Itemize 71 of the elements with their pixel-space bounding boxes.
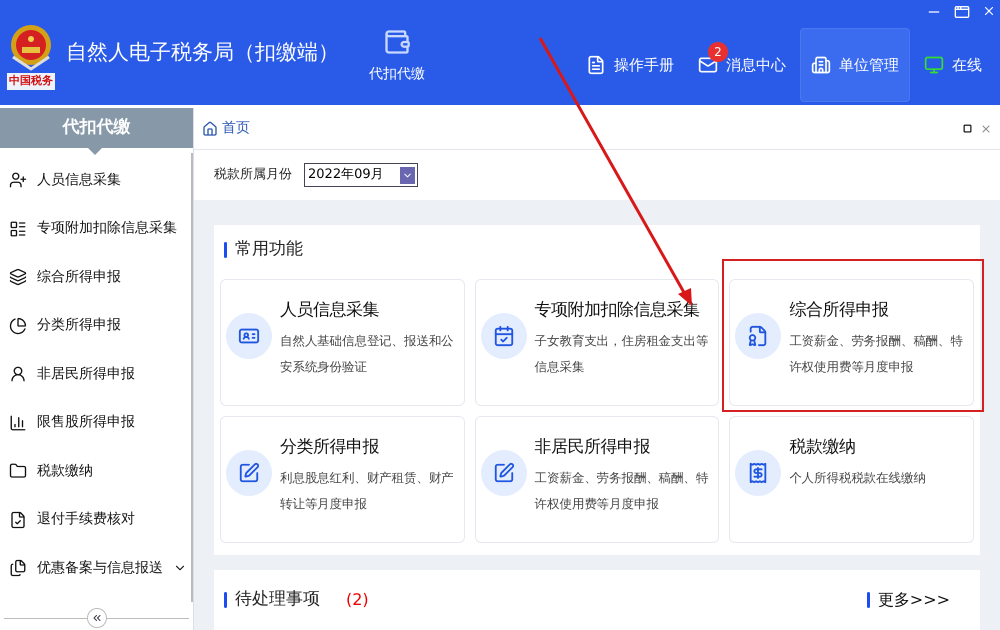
function-card[interactable]: 人员信息采集 自然人基础信息登记、报送和公安系统身份验证 [220,279,465,406]
month-dropdown[interactable]: 2022年09月 [304,163,418,187]
sidebar-item[interactable]: 专项附加扣除信息采集 [0,204,191,253]
card-title: 人员信息采集 [280,299,380,322]
restore-icon[interactable] [963,124,972,133]
function-card[interactable]: 非居民所得申报 工资薪金、劳务报酬、稿酬、特许权使用费等月度申报 [474,416,720,543]
card-description: 利息股息红利、财产租赁、财产转让等月度申报 [280,468,455,512]
close-icon[interactable] [982,4,996,18]
home-tab[interactable]: 首页 [202,118,250,139]
sidebar-item[interactable]: 非居民所得申报 [0,350,191,398]
sidebar-title: 代扣代缴 [62,116,130,140]
nav-button[interactable]: 消息中心 2 [688,28,796,102]
mail-icon [698,55,718,75]
wallet-icon [383,28,411,56]
documents-icon [9,559,27,578]
person-add-icon [9,171,27,190]
document-check-icon [9,510,27,529]
edit-icon [492,462,515,484]
scrollbar[interactable] [191,153,193,602]
double-chevron-icon [90,612,102,624]
card-description: 自然人基础信息登记、报送和公安系统身份验证 [280,332,455,376]
monitor-icon [924,55,944,75]
nav-button[interactable]: 操作手册 [576,28,684,102]
receipt-icon [747,462,770,484]
layers-icon [9,268,27,286]
form-icon [747,325,770,347]
document-icon [586,55,606,75]
module-button[interactable]: 代扣代缴 [352,8,442,105]
pie-chart-icon [9,316,27,335]
card-description: 子女教育支出，住房租金支出等信息采集 [534,332,710,376]
sidebar-item[interactable]: 退付手续费核对 [0,496,191,544]
sidebar-item[interactable]: 税款缴纳 [0,447,191,496]
home-icon [202,120,218,136]
folder-icon [9,462,27,480]
collapse-button[interactable] [86,608,106,628]
maximize-icon[interactable] [954,4,970,20]
function-card[interactable]: 分类所得申报 利息股息红利、财产租赁、财产转让等月度申报 [220,416,465,543]
app-title: 自然人电子税务局（扣缴端） [66,38,339,66]
section-title: 待处理事项 [235,588,320,612]
close-tab-icon[interactable] [980,122,992,134]
person-icon [9,365,27,384]
sidebar-item[interactable]: 综合所得申报 [0,253,191,302]
bar-chart-icon [9,414,27,432]
function-card[interactable]: 综合所得申报 工资薪金、劳务报酬、稿酬、特许权使用费等月度申报 [729,279,974,406]
pending-count: (2) [346,589,369,611]
more-link[interactable]: 更多>>> [878,588,950,612]
calendar-icon [492,325,515,347]
list-icon [9,220,27,238]
sidebar-item[interactable]: 限售股所得申报 [0,398,191,447]
nav-button[interactable]: 单位管理 [800,28,910,102]
sidebar-item[interactable]: 人员信息采集 [0,156,191,204]
edit-icon [238,462,260,484]
card-title: 非居民所得申报 [534,436,652,459]
card-description: 工资薪金、劳务报酬、稿酬、特许权使用费等月度申报 [789,332,964,376]
card-title: 专项附加扣除信息采集 [534,299,701,322]
period-label: 税款所属月份 [214,166,292,184]
card-title: 综合所得申报 [789,299,890,322]
emblem-icon [9,23,53,74]
function-card[interactable]: 税款缴纳 个人所得税税款在线缴纳 [729,416,974,543]
section-title: 常用功能 [235,238,303,262]
sidebar-item[interactable]: 优惠备案与信息报送 [0,544,191,592]
nav-button[interactable]: 在线 [914,28,992,102]
message-count-badge: 2 [708,42,728,62]
card-description: 工资薪金、劳务报酬、稿酬、特许权使用费等月度申报 [534,468,710,512]
card-title: 税款缴纳 [789,436,856,459]
card-title: 分类所得申报 [280,436,380,459]
building-icon [811,55,831,75]
function-card[interactable]: 专项附加扣除信息采集 子女教育支出，住房租金支出等信息采集 [474,279,720,406]
card-description: 个人所得税税款在线缴纳 [789,468,926,486]
sidebar-item[interactable]: 分类所得申报 [0,302,191,350]
logo-text: 中国税务 [7,73,55,90]
